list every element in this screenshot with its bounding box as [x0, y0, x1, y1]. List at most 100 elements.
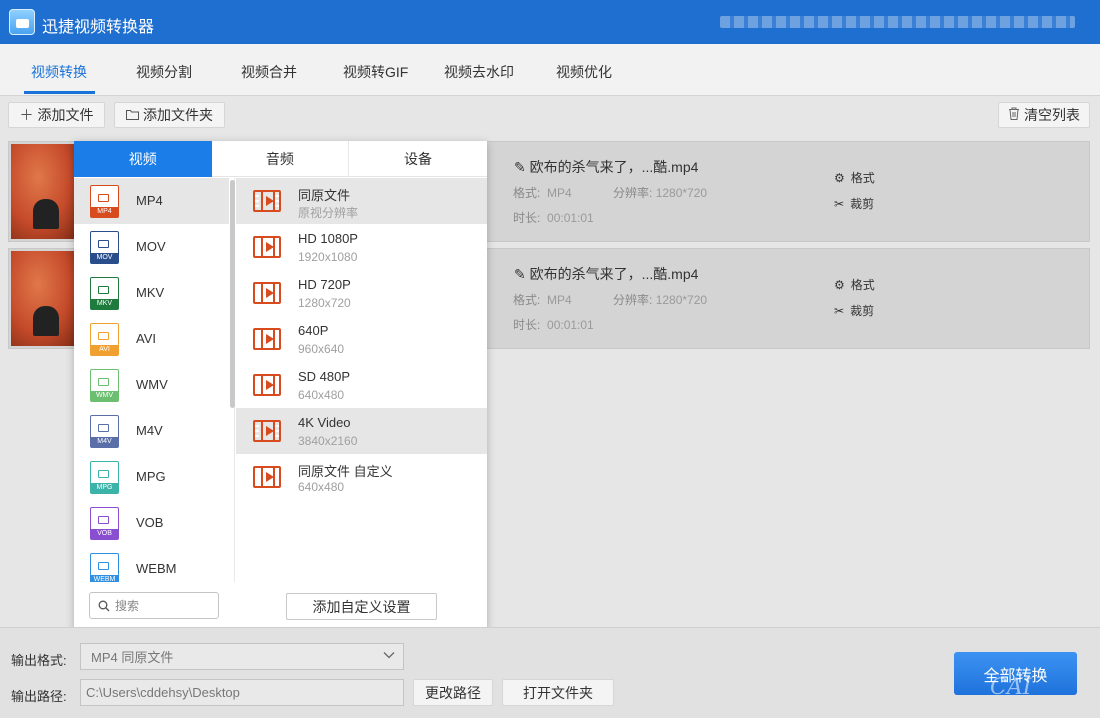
resolution-item[interactable]: SD 480P 640x480: [236, 362, 487, 408]
resolution-size: 640x480: [298, 480, 345, 494]
add-custom-setting-button[interactable]: 添加自定义设置: [286, 593, 437, 620]
add-file-label: 添加文件: [37, 107, 94, 123]
format-item-mp4[interactable]: MP4 MP4: [74, 178, 229, 224]
resolution-name: HD 1080P: [298, 231, 358, 246]
format-action-button[interactable]: ⚙ 格式: [834, 276, 875, 293]
gear-icon: ⚙: [834, 170, 845, 185]
resolution-meta: 分辨率: 1280*720: [613, 186, 708, 200]
resolution-item[interactable]: 640P 960x640: [236, 316, 487, 362]
format-item-label: WMV: [136, 377, 168, 392]
resolution-item[interactable]: 同原文件 自定义 640x480: [236, 454, 487, 500]
output-format-select[interactable]: MP4 同原文件: [80, 643, 404, 670]
video-file-icon: MKV: [90, 277, 119, 310]
resolution-item[interactable]: HD 720P 1280x720: [236, 270, 487, 316]
output-settings-bar: 输出格式: MP4 同原文件 输出路径: C:\Users\cddehsy\De…: [0, 627, 1100, 718]
watermark-logo: CAI: [990, 675, 1032, 700]
chevron-down-icon: [383, 650, 395, 662]
output-format-label: 输出格式:: [11, 653, 67, 668]
output-path-label: 输出路径:: [11, 689, 67, 704]
add-folder-label: 添加文件夹: [143, 107, 213, 123]
add-folder-button[interactable]: 添加文件夹: [114, 102, 225, 128]
format-list-scrollbar[interactable]: [230, 180, 235, 408]
file-name: ✎ 欧布的杀气来了，...酷.mp4: [514, 266, 699, 282]
cut-action-button[interactable]: ✂ 裁剪: [834, 302, 874, 319]
format-action-button[interactable]: ⚙ 格式: [834, 169, 875, 186]
resolution-item[interactable]: 同原文件 原视分辨率: [236, 178, 487, 224]
popup-tab-audio[interactable]: 音频: [212, 141, 350, 177]
resolution-list: 同原文件 原视分辨率 HD 1080P 1920x1080 HD 720P 1280x72…: [236, 178, 487, 508]
tab-remove-watermark[interactable]: 视频去水印: [444, 62, 514, 82]
video-thumbnail: [11, 144, 79, 239]
film-icon: [253, 190, 281, 212]
search-icon: [98, 600, 110, 611]
add-file-button[interactable]: ＋ 添加文件: [8, 102, 105, 128]
popup-tab-video[interactable]: 视频: [74, 141, 212, 177]
video-file-icon: MPG: [90, 461, 119, 494]
title-bar: 迅捷视频转换器: [0, 0, 1100, 44]
blurred-account-info: [720, 16, 1075, 28]
format-item-label: MPG: [136, 469, 166, 484]
edit-icon[interactable]: ✎: [514, 159, 526, 175]
output-path-field[interactable]: C:\Users\cddehsy\Desktop: [80, 679, 404, 706]
tab-video-convert[interactable]: 视频转换: [31, 62, 87, 82]
format-item-label: MKV: [136, 285, 165, 300]
resolution-name: HD 720P: [298, 277, 351, 292]
format-item-wmv[interactable]: WMV WMV: [74, 362, 229, 408]
format-search-input[interactable]: 搜索: [89, 592, 219, 619]
film-icon: [253, 236, 281, 258]
video-file-icon: M4V: [90, 415, 119, 448]
main-tabs: 视频转换 视频分割 视频合并 视频转GIF 视频去水印 视频优化: [0, 44, 1100, 96]
tab-video-split[interactable]: 视频分割: [136, 62, 192, 82]
plus-icon: ＋: [19, 107, 34, 123]
format-item-mkv[interactable]: MKV MKV: [74, 270, 229, 316]
popup-tab-device[interactable]: 设备: [349, 141, 487, 177]
app-title: 迅捷视频转换器: [42, 19, 155, 36]
format-item-mpg[interactable]: MPG MPG: [74, 454, 229, 500]
video-file-icon: MOV: [90, 231, 119, 264]
tab-video-to-gif[interactable]: 视频转GIF: [343, 62, 408, 82]
film-icon: [253, 374, 281, 396]
active-tab-indicator: [24, 91, 95, 94]
change-path-button[interactable]: 更改路径: [413, 679, 493, 706]
format-item-mov[interactable]: MOV MOV: [74, 224, 229, 270]
resolution-name: 同原文件: [298, 188, 351, 203]
format-item-label: MP4: [136, 193, 163, 208]
film-icon: [253, 328, 281, 350]
film-icon: [253, 420, 281, 442]
tab-video-merge[interactable]: 视频合并: [241, 62, 297, 82]
app-logo-icon: [9, 9, 35, 35]
video-thumbnail: [11, 251, 79, 346]
resolution-item[interactable]: 4K Video 3840x2160: [236, 408, 487, 454]
format-item-webm[interactable]: WEBM WEBM: [74, 546, 229, 582]
format-item-label: M4V: [136, 423, 163, 438]
open-folder-button[interactable]: 打开文件夹: [502, 679, 614, 706]
file-name: ✎ 欧布的杀气来了，...酷.mp4: [514, 159, 699, 175]
resolution-name: 4K Video: [298, 415, 351, 430]
film-icon: [253, 282, 281, 304]
film-icon: [253, 466, 281, 488]
format-item-avi[interactable]: AVI AVI: [74, 316, 229, 362]
cut-action-button[interactable]: ✂ 裁剪: [834, 195, 874, 212]
resolution-item[interactable]: HD 1080P 1920x1080: [236, 224, 487, 270]
format-meta: 格式: MP4: [513, 293, 572, 307]
video-file-icon: VOB: [90, 507, 119, 540]
format-list: MP4 MP4 MOV MOV MKV MKV AVI AVI WMV WMV M4V M4V MPG M…: [74, 178, 235, 582]
clear-list-button[interactable]: 清空列表: [998, 102, 1090, 128]
clear-list-label: 清空列表: [1024, 107, 1080, 123]
scissors-icon: ✂: [834, 303, 845, 318]
resolution-name: SD 480P: [298, 369, 351, 384]
resolution-name: 640P: [298, 323, 329, 338]
resolution-size: 1280x720: [298, 296, 351, 310]
video-file-icon: WEBM: [90, 553, 119, 582]
video-file-icon: MP4: [90, 185, 119, 218]
format-item-vob[interactable]: VOB VOB: [74, 500, 229, 546]
tab-video-optimize[interactable]: 视频优化: [556, 62, 612, 82]
format-item-label: AVI: [136, 331, 156, 346]
resolution-size: 3840x2160: [298, 434, 358, 448]
format-item-m4v[interactable]: M4V M4V: [74, 408, 229, 454]
edit-icon[interactable]: ✎: [514, 266, 526, 282]
resolution-size: 原视分辨率: [298, 206, 359, 220]
format-item-label: MOV: [136, 239, 166, 254]
popup-tabs: 视频 音频 设备: [74, 141, 487, 177]
resolution-name: 同原文件 自定义: [298, 464, 393, 479]
